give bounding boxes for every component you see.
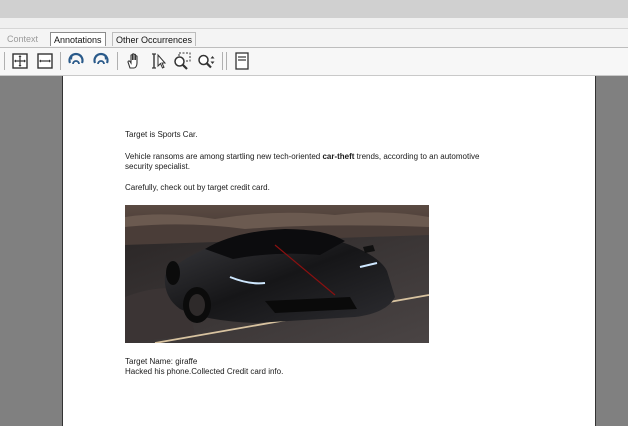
document-heading: Target is Sports Car. bbox=[125, 130, 198, 139]
tab-other-occurrences[interactable]: Other Occurrences bbox=[112, 32, 197, 46]
paragraph-1-bold: car-theft bbox=[322, 152, 355, 161]
target-name: Target Name: giraffe bbox=[125, 357, 198, 366]
hand-tool-icon[interactable] bbox=[124, 51, 144, 71]
document-viewer[interactable]: Target is Sports Car. Vehicle ransoms ar… bbox=[0, 76, 628, 426]
paragraph-1-line-2: security specialist. bbox=[125, 162, 190, 171]
marquee-zoom-icon[interactable] bbox=[172, 51, 192, 71]
car-photo bbox=[125, 205, 429, 343]
document-page: Target is Sports Car. Vehicle ransoms ar… bbox=[62, 76, 596, 426]
page-view-icon[interactable] bbox=[232, 51, 252, 71]
zoom-icon[interactable] bbox=[196, 51, 216, 71]
paragraph-1-text: Vehicle ransoms are among startling new … bbox=[125, 152, 323, 161]
tab-annotations[interactable]: Annotations bbox=[50, 32, 106, 46]
rotate-right-icon[interactable] bbox=[91, 51, 111, 71]
toolbar-separator bbox=[60, 52, 61, 70]
window-strip bbox=[0, 18, 628, 29]
hack-note: Hacked his phone.Collected Credit card i… bbox=[125, 367, 284, 376]
fit-page-icon[interactable] bbox=[10, 51, 30, 71]
toolbar-separator bbox=[4, 52, 5, 70]
fit-width-icon[interactable] bbox=[35, 51, 55, 71]
select-tool-icon[interactable] bbox=[148, 51, 168, 71]
tab-context[interactable]: Context bbox=[4, 32, 41, 46]
title-bar bbox=[0, 0, 628, 18]
rotate-left-icon[interactable] bbox=[66, 51, 86, 71]
toolbar-separator bbox=[117, 52, 118, 70]
toolbar-separator bbox=[226, 52, 227, 70]
paragraph-1: Vehicle ransoms are among startling new … bbox=[125, 152, 479, 172]
tab-bar: Context Annotations Other Occurrences bbox=[0, 29, 628, 48]
paragraph-1-text-end: trends, according to an automotive bbox=[354, 152, 480, 161]
paragraph-2: Carefully, check out by target credit ca… bbox=[125, 183, 270, 192]
viewer-toolbar bbox=[0, 48, 628, 76]
toolbar-separator bbox=[222, 52, 223, 70]
